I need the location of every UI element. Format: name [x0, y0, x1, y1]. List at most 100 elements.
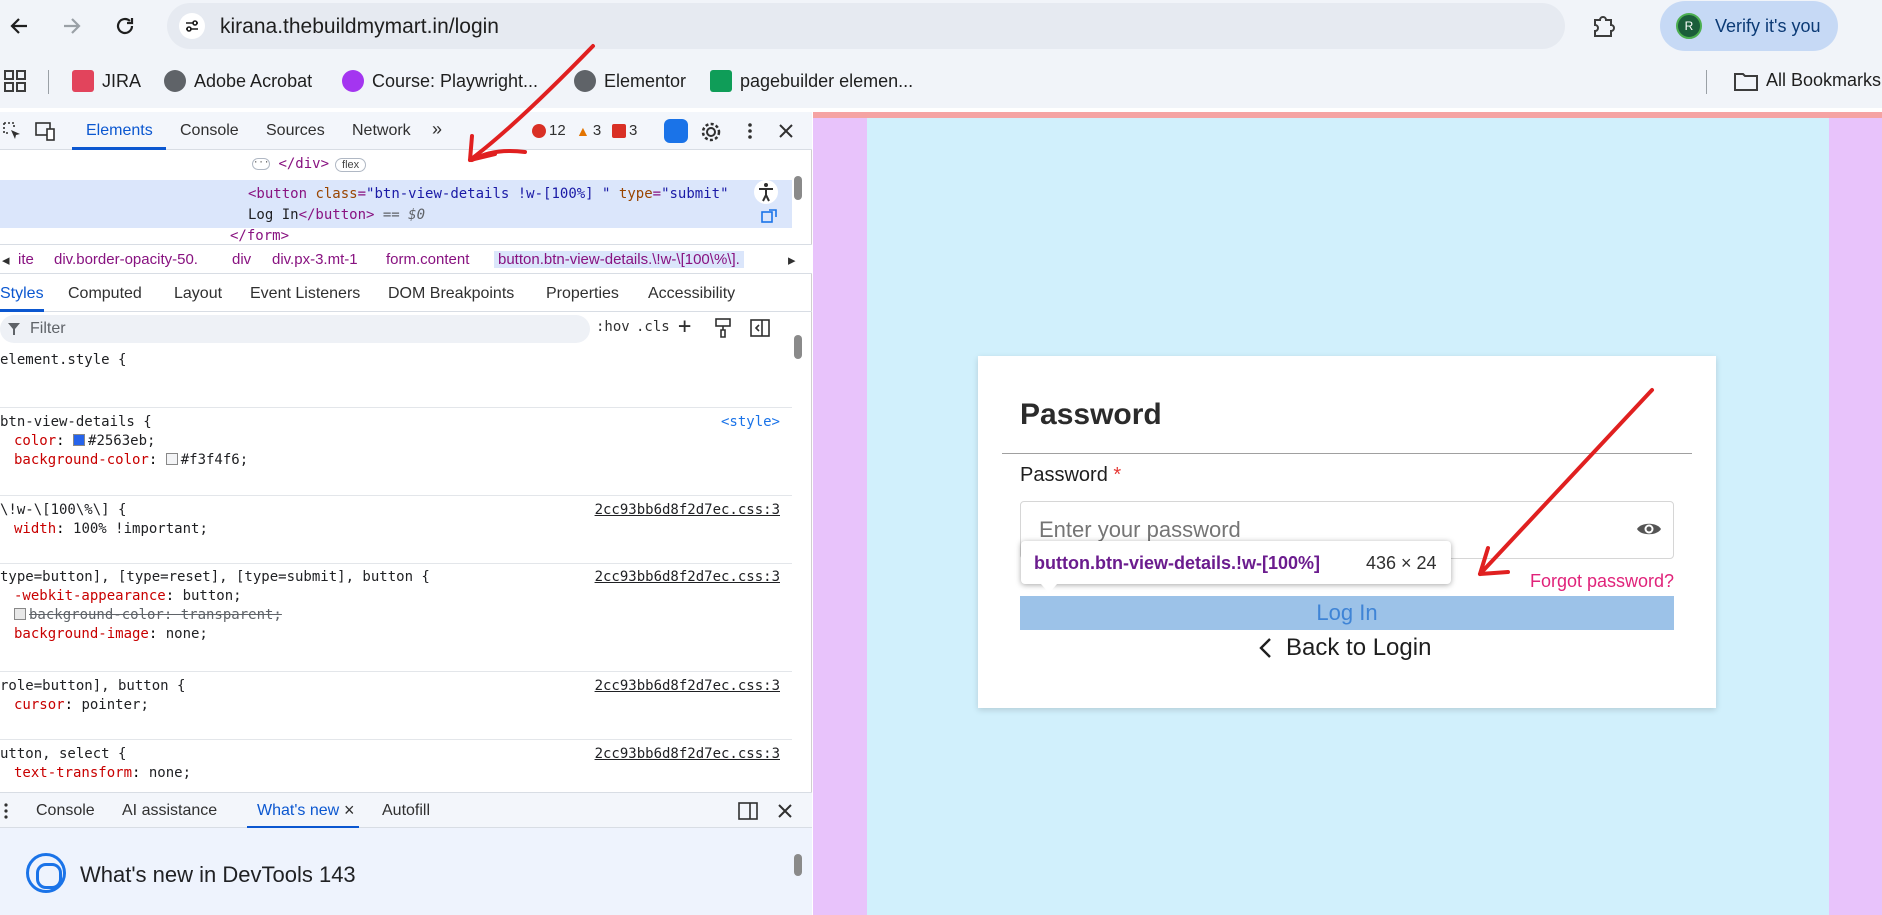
close-tab-icon[interactable]: ×: [344, 800, 355, 821]
rule-source-link[interactable]: 2cc93bb6d8f2d7ec.css:3: [595, 502, 780, 518]
style-rule-element[interactable]: element.style {: [0, 348, 792, 408]
tab-console[interactable]: Console: [180, 122, 239, 140]
tab-properties[interactable]: Properties: [546, 285, 619, 303]
device-toolbar-icon[interactable]: [34, 121, 55, 141]
bookmark-course-playwright[interactable]: Course: Playwright...: [342, 70, 538, 92]
flex-badge[interactable]: flex: [335, 158, 367, 172]
dom-node-div-close[interactable]: ··· </div> flex: [252, 156, 367, 172]
style-rule-width[interactable]: \!w-\[100\%\] { 2cc93bb6d8f2d7ec.css:3 w…: [0, 496, 792, 564]
whats-new-panel: What's new in DevTools 143: [0, 828, 812, 915]
bookmark-elementor[interactable]: Elementor: [574, 70, 686, 92]
ellipsis-icon[interactable]: ···: [252, 158, 270, 170]
style-rule-button-types[interactable]: type=button], [type=reset], [type=submit…: [0, 564, 792, 672]
dom-node-button[interactable]: <button class="btn-view-details !w-[100%…: [248, 186, 729, 202]
dom-node-form-close[interactable]: </form>: [230, 228, 289, 244]
hover-state-toggle[interactable]: :hov: [596, 319, 630, 335]
rule-source-link[interactable]: 2cc93bb6d8f2d7ec.css:3: [595, 746, 780, 762]
css-property-overridden[interactable]: background-color: transparent;: [14, 607, 282, 623]
forward-icon[interactable]: [55, 9, 89, 43]
dom-node-button-text[interactable]: Log In</button> == $0: [248, 207, 425, 223]
all-bookmarks-button[interactable]: All Bookmarks: [1734, 70, 1881, 91]
style-rule-btn-view-details[interactable]: btn-view-details { <style> color: #2563e…: [0, 408, 792, 496]
tab-network[interactable]: Network: [352, 122, 411, 140]
scroll-thumb[interactable]: [794, 335, 802, 359]
error-count-badge[interactable]: 12: [532, 122, 566, 139]
color-swatch[interactable]: [73, 434, 86, 446]
rule-source-link[interactable]: <style>: [721, 414, 780, 430]
breadcrumb-item[interactable]: ite: [18, 251, 34, 268]
tab-sources[interactable]: Sources: [266, 122, 325, 140]
address-bar[interactable]: kirana.thebuildmymart.in/login ☆: [167, 3, 1702, 49]
css-property[interactable]: width: 100% !important;: [14, 521, 208, 537]
styles-filter-input[interactable]: Filter: [0, 315, 590, 343]
jira-icon: [72, 70, 94, 92]
tab-layout[interactable]: Layout: [174, 285, 222, 303]
inspect-element-icon[interactable]: [2, 121, 22, 141]
dom-scrollbar[interactable]: [792, 150, 804, 241]
forgot-password-link[interactable]: Forgot password?: [1530, 571, 1674, 592]
css-property[interactable]: text-transform: none;: [14, 765, 191, 781]
more-options-icon[interactable]: [740, 121, 760, 141]
drawer-tab-ai-assistance[interactable]: AI assistance: [122, 802, 217, 820]
back-icon[interactable]: [2, 9, 36, 43]
css-property[interactable]: background-image: none;: [14, 626, 208, 642]
verify-identity-button[interactable]: R Verify it's you: [1660, 1, 1838, 51]
close-devtools-icon[interactable]: [776, 121, 796, 141]
more-tabs-icon[interactable]: »: [432, 119, 442, 140]
issues-count-badge[interactable]: 3: [612, 122, 637, 139]
ai-assistance-icon[interactable]: [664, 119, 688, 143]
tab-styles[interactable]: Styles: [0, 285, 44, 303]
toggle-sidebar-icon[interactable]: [750, 318, 770, 338]
tab-elements[interactable]: Elements: [86, 122, 153, 140]
paint-brush-icon[interactable]: [714, 318, 734, 338]
show-password-eye-icon[interactable]: [1636, 520, 1662, 538]
breadcrumb-scroll-left-icon[interactable]: ◂: [2, 251, 10, 269]
apps-grid-icon[interactable]: [4, 70, 26, 92]
accessibility-icon[interactable]: [754, 180, 778, 204]
scroll-thumb[interactable]: [794, 176, 802, 200]
bookmark-jira[interactable]: JIRA: [72, 70, 141, 92]
bookmark-adobe-acrobat[interactable]: Adobe Acrobat: [164, 70, 312, 92]
breadcrumb-item-selected[interactable]: button.btn-view-details.\!w-\[100\%\].: [494, 251, 744, 268]
login-button[interactable]: Log In: [1020, 596, 1674, 630]
tab-accessibility[interactable]: Accessibility: [648, 285, 735, 303]
css-property[interactable]: color: #2563eb;: [14, 433, 155, 449]
back-to-login-link[interactable]: Back to Login: [1258, 634, 1431, 662]
color-swatch[interactable]: [14, 608, 26, 620]
tab-event-listeners[interactable]: Event Listeners: [250, 285, 360, 303]
scroll-thumb[interactable]: [794, 854, 802, 876]
copy-node-icon[interactable]: [760, 208, 778, 226]
css-property[interactable]: background-color: #f3f4f6;: [14, 452, 248, 468]
style-rule-button-select[interactable]: utton, select { 2cc93bb6d8f2d7ec.css:3 t…: [0, 740, 792, 791]
rule-source-link[interactable]: 2cc93bb6d8f2d7ec.css:3: [595, 678, 780, 694]
breadcrumb-scroll-right-icon[interactable]: ▸: [788, 251, 796, 269]
drawer-scrollbar[interactable]: [792, 832, 804, 912]
breadcrumb-item[interactable]: div: [232, 251, 251, 268]
new-rule-icon[interactable]: +: [678, 314, 691, 339]
css-property[interactable]: cursor: pointer;: [14, 697, 149, 713]
dock-side-icon[interactable]: [738, 802, 758, 820]
breadcrumb-item[interactable]: div.border-opacity-50.: [54, 251, 198, 268]
style-rule-role-button[interactable]: role=button], button { 2cc93bb6d8f2d7ec.…: [0, 672, 792, 740]
rule-source-link[interactable]: 2cc93bb6d8f2d7ec.css:3: [595, 569, 780, 585]
warning-count-badge[interactable]: ▲ 3: [576, 122, 601, 139]
reload-icon[interactable]: [108, 9, 142, 43]
class-toggle[interactable]: .cls: [636, 319, 670, 335]
close-drawer-icon[interactable]: [776, 802, 794, 820]
drawer-tab-autofill[interactable]: Autofill: [382, 802, 430, 820]
breadcrumb-item[interactable]: form.content: [386, 251, 469, 268]
bookmark-pagebuilder[interactable]: pagebuilder elemen...: [710, 70, 913, 92]
color-swatch[interactable]: [165, 453, 178, 465]
drawer-menu-icon[interactable]: [2, 802, 10, 820]
settings-gear-icon[interactable]: [700, 121, 721, 142]
tab-computed[interactable]: Computed: [68, 285, 142, 303]
styles-scrollbar[interactable]: [792, 315, 804, 791]
drawer-tab-whats-new[interactable]: What's new: [257, 802, 339, 820]
css-property[interactable]: -webkit-appearance: button;: [14, 588, 242, 604]
tab-dom-breakpoints[interactable]: DOM Breakpoints: [388, 285, 514, 303]
extensions-icon[interactable]: [1589, 10, 1619, 40]
site-settings-icon[interactable]: [179, 13, 205, 39]
drawer-tab-console[interactable]: Console: [36, 802, 95, 820]
breadcrumb-item[interactable]: div.px-3.mt-1: [272, 251, 358, 268]
back-to-login-label: Back to Login: [1286, 634, 1432, 661]
